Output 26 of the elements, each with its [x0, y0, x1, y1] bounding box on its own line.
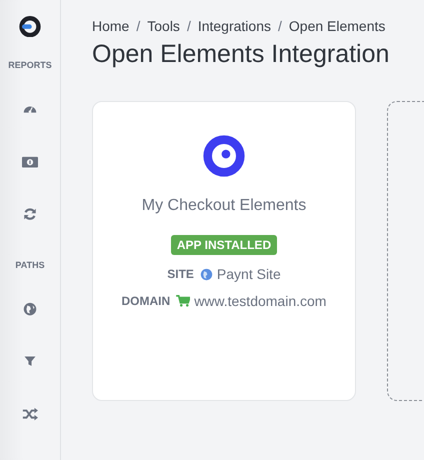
money-icon[interactable] [21, 156, 39, 168]
shuffle-icon[interactable] [21, 406, 39, 421]
field-label: DOMAIN [122, 294, 170, 308]
page-title: Open Elements Integration [92, 40, 390, 69]
breadcrumb-separator: / [278, 18, 282, 34]
breadcrumb-link[interactable]: Tools [147, 18, 180, 34]
breadcrumb-separator: / [186, 18, 191, 34]
section-label: REPORTS [8, 60, 52, 70]
filter-icon[interactable] [23, 355, 37, 368]
cart-icon [176, 295, 190, 307]
globe-icon[interactable] [22, 302, 38, 316]
breadcrumb-current: Open Elements [288, 18, 386, 34]
field-value: Paynt Site [216, 266, 281, 282]
breadcrumb-link[interactable]: Home [92, 18, 130, 34]
field-label: SITE [167, 267, 194, 281]
app-name: My Checkout Elements [142, 197, 306, 215]
refresh-icon[interactable] [22, 206, 38, 222]
breadcrumb-link[interactable]: Integrations [198, 18, 271, 34]
globe-icon [200, 268, 213, 280]
status-badge: APP INSTALLED [170, 235, 278, 255]
section-label: PATHS [15, 260, 45, 270]
breadcrumb-separator: / [136, 18, 140, 34]
app-logo-icon [201, 133, 247, 179]
app-card[interactable]: My Checkout Elements APP INSTALLED SITE Paynt Site DOMAIN www.testdomain.com [92, 101, 356, 401]
logo-icon[interactable] [18, 16, 42, 38]
field-value: www.testdomain.com [194, 293, 326, 309]
